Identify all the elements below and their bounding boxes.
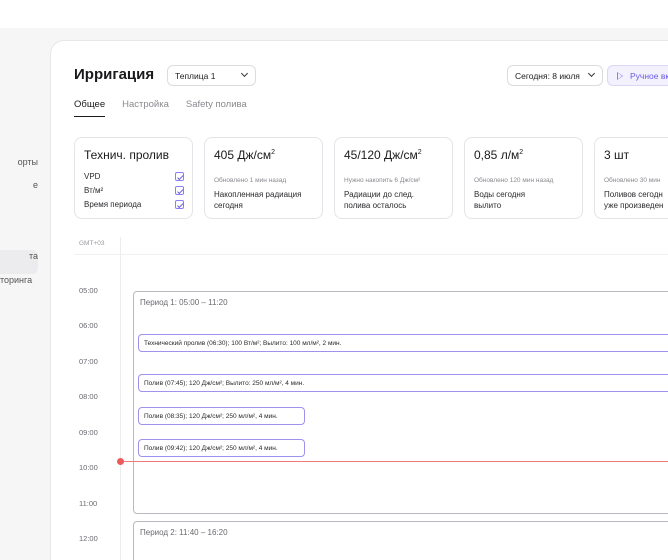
hour-label: 12:00 [79,534,98,543]
hour-label: 11:00 [79,499,98,508]
tech-spill-card: Технич. пролив VPD Вт/м² Время периода [74,137,193,219]
card-updated: Нужно накопить 6 Дж/см² [344,177,421,184]
card-title: Технич. пролив [84,148,169,162]
sidebar-item-label: орты [17,157,38,167]
checkbox-period-time[interactable] [175,200,184,209]
sidebar: орты е та торинга [0,28,50,560]
tech-row-period-time: Время периода [84,200,184,209]
play-icon [617,72,623,80]
sidebar-item-label: е [32,180,38,190]
page-title: Ирригация [74,66,155,83]
hour-label: 08:00 [79,392,98,401]
current-time-dot [117,458,124,465]
greenhouse-select-value: Теплица 1 [175,70,216,81]
sidebar-item-climate[interactable]: та [0,251,40,261]
tech-row-vpd: VPD [84,172,184,181]
irrigation-period[interactable]: Период 1: 05:00 – 11:20 [133,291,668,514]
period-label: Период 1: 05:00 – 11:20 [140,298,228,307]
date-select[interactable]: Сегодня: 8 июля [507,65,603,86]
sidebar-item-monitoring[interactable]: торинга [0,275,33,285]
row-label: VPD [84,172,101,181]
card-value: 0,85 л/м2 [474,148,524,162]
row-label: Время периода [84,200,142,209]
checkbox-wm2[interactable] [175,186,184,195]
timezone-label: GMT+03 [79,240,105,247]
chevron-down-icon [587,69,596,78]
tech-row-wm2: Вт/м² [84,186,184,195]
timeline-axis [120,237,121,560]
sidebar-item-reports[interactable]: орты [0,157,40,167]
radiation-card: 405 Дж/см2 Обновлено 1 мин назад Накопле… [204,137,323,219]
tab-bar: Общее Настройка Safety полива [74,99,247,119]
event-tech-spill[interactable]: Технический пролив (06:30); 100 Вт/м²; В… [138,334,668,352]
current-time-line [121,461,668,462]
date-select-value: Сегодня: 8 июля [515,70,580,81]
card-value: 45/120 Дж/см2 [344,148,422,162]
irrigation-count-card: 3 шт Обновлено 30 мин Поливов сегодн уже … [594,137,668,219]
row-label: Вт/м² [84,186,104,195]
main-panel: Ирригация Теплица 1 Сегодня: 8 июля Ручн… [50,40,668,560]
card-description: Воды сегодня вылито [474,190,526,210]
sidebar-item-control[interactable]: е [0,180,40,190]
hour-label: 06:00 [79,321,98,330]
hour-label: 09:00 [79,428,98,437]
event-irrigation[interactable]: Полив (09:42); 120 Дж/см²; 250 мл/м², 4 … [138,439,305,457]
sidebar-item-label: торинга [0,275,33,285]
chevron-down-icon [240,69,249,78]
card-updated: Обновлено 1 мин назад [214,177,287,184]
top-bar [0,0,668,28]
irrigation-period[interactable]: Период 2: 11:40 – 16:20 [133,521,668,560]
manual-start-button[interactable]: Ручное вкл [607,65,668,86]
checkbox-vpd[interactable] [175,172,184,181]
hour-label: 10:00 [79,463,98,472]
tab-general[interactable]: Общее [74,99,106,117]
card-value: 3 шт [604,148,630,162]
water-card: 0,85 л/м2 Обновлено 120 мин назад Воды с… [464,137,583,219]
hour-label: 07:00 [79,357,98,366]
card-description: Накопленная радиация сегодня [214,190,302,210]
radiation-needed-card: 45/120 Дж/см2 Нужно накопить 6 Дж/см² Ра… [334,137,453,219]
greenhouse-select[interactable]: Теплица 1 [167,65,256,86]
card-description: Поливов сегодн уже произведен [604,190,664,210]
event-irrigation[interactable]: Полив (08:35); 120 Дж/см²; 250 мл/м², 4 … [138,407,305,425]
card-updated: Обновлено 120 мин назад [474,177,554,184]
card-description: Радиации до след. полива осталось [344,190,415,210]
manual-start-label: Ручное вкл [630,70,668,81]
hour-label: 05:00 [79,286,98,295]
event-irrigation[interactable]: Полив (07:45); 120 Дж/см²; Вылито: 250 м… [138,374,668,392]
tab-settings[interactable]: Настройка [122,99,169,117]
card-value: 405 Дж/см2 [214,148,275,162]
timeline-divider [74,254,668,255]
sidebar-item-label: та [28,251,38,261]
tab-safety[interactable]: Safety полива [186,99,247,117]
period-label: Период 2: 11:40 – 16:20 [140,528,228,537]
card-updated: Обновлено 30 мин [604,177,661,184]
